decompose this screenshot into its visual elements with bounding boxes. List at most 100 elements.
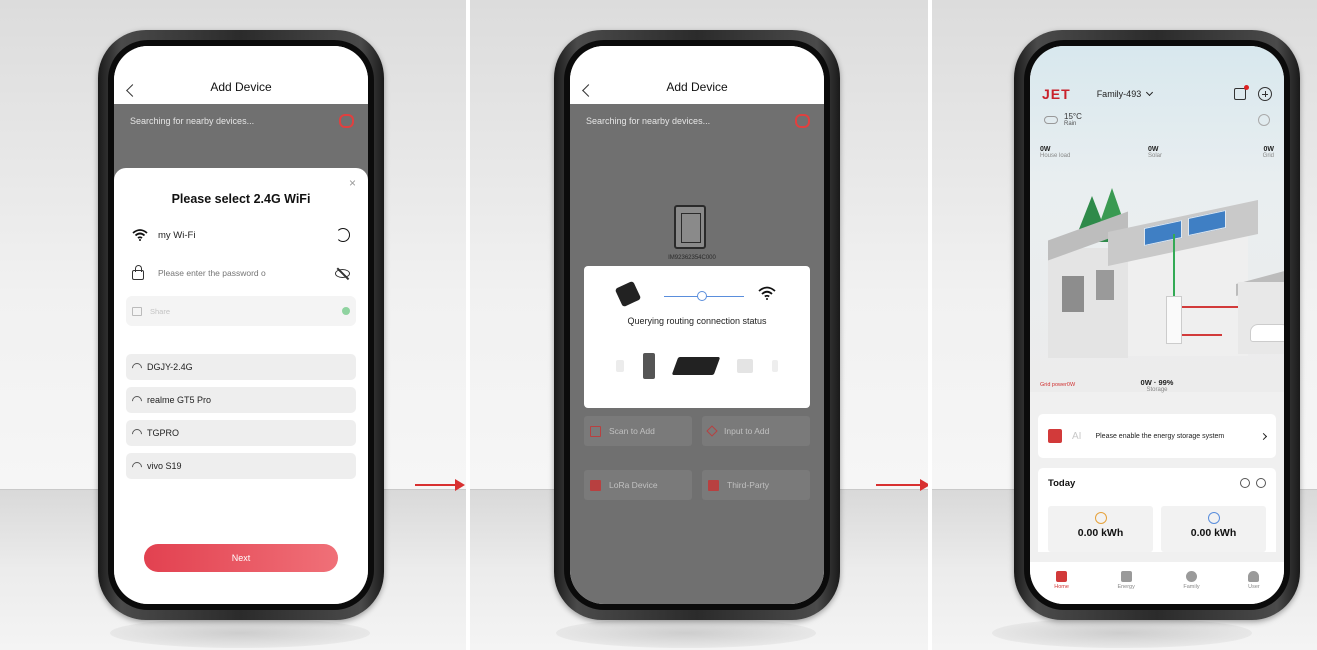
battery-icon [1166, 296, 1182, 344]
tab-family[interactable]: Family [1183, 570, 1200, 590]
add-method-grid: Scan to Add Input to Add LoRa Device Thi… [584, 416, 810, 500]
selected-wifi-row[interactable]: my Wi-Fi [126, 220, 356, 250]
solar-flow-line [1173, 234, 1175, 298]
lora-device-label: LoRa Device [609, 480, 658, 490]
brand-logo: JET [1042, 86, 1071, 102]
device-thumb [671, 357, 721, 375]
message-icon[interactable] [1234, 85, 1249, 100]
connection-node-icon [697, 291, 707, 301]
house-window [1062, 276, 1084, 312]
next-button[interactable]: Next [144, 544, 338, 572]
device-thumb [736, 359, 753, 373]
check-icon [342, 307, 350, 315]
storage-value: 0W · 99% [1140, 378, 1174, 387]
back-icon[interactable] [126, 84, 139, 97]
password-row [126, 258, 356, 288]
network-item[interactable]: TGPRO [126, 420, 356, 446]
gear-icon [1048, 429, 1062, 443]
lock-icon [132, 265, 144, 280]
energy-tile[interactable]: 0.00 kWh [1048, 506, 1153, 552]
network-name: DGJY-2.4G [147, 362, 193, 372]
grid-flow-line [1182, 334, 1222, 336]
user-icon [1248, 570, 1260, 582]
rain-cloud-icon [1044, 116, 1058, 124]
back-icon[interactable] [582, 84, 595, 97]
found-device[interactable]: IM92362354C000 [656, 191, 728, 269]
lora-device-button[interactable]: LoRa Device [584, 470, 692, 500]
third-party-icon [708, 479, 719, 491]
tab-label: Home [1054, 583, 1069, 590]
grid-label: Grid [1262, 153, 1274, 159]
house-wall [1048, 248, 1128, 358]
routing-status-modal: Querying routing connection status [584, 266, 810, 408]
phone-reflection [556, 618, 816, 648]
storage-label: Storage [1146, 387, 1168, 393]
tab-label: Family [1183, 583, 1200, 590]
network-item[interactable]: vivo S19 [126, 453, 356, 479]
refresh-icon[interactable] [338, 114, 354, 128]
today-title: Today [1048, 478, 1076, 489]
share-icon [132, 306, 142, 316]
device-carousel [606, 348, 788, 384]
page-title: Add Device [666, 80, 728, 94]
storage-stat: 0W · 99% Storage [1030, 378, 1284, 393]
energy-tile[interactable]: 0.00 kWh [1161, 506, 1266, 552]
weather-widget: 15°C Rain [1044, 112, 1082, 127]
switch-network-icon[interactable] [336, 228, 350, 242]
help-icon[interactable] [1240, 478, 1250, 488]
network-list: DGJY-2.4G realme GT5 Pro TGPRO vivo S19 [126, 354, 356, 479]
third-party-button[interactable]: Third-Party [702, 470, 810, 500]
energy-value: 0.00 kWh [1190, 527, 1237, 539]
solar-value: 0W [1148, 146, 1159, 153]
input-to-add-button[interactable]: Input to Add [702, 416, 810, 446]
car-icon [1250, 324, 1284, 342]
bottom-tab-bar: Home Energy Family User [1030, 562, 1284, 604]
scan-to-add-button[interactable]: Scan to Add [584, 416, 692, 446]
solar-yield-icon [1094, 512, 1107, 524]
house-illustration [1048, 188, 1284, 371]
energy-summary: 0.00 kWh 0.00 kWh [1048, 506, 1266, 552]
device-thumb [772, 360, 779, 372]
solar-stat: 0W Solar [1148, 146, 1162, 159]
wifi-icon [132, 363, 142, 371]
close-icon[interactable]: × [349, 176, 356, 190]
tab-home[interactable]: Home [1054, 570, 1069, 590]
tab-user[interactable]: User [1248, 570, 1260, 590]
eye-off-icon[interactable] [335, 268, 350, 278]
ai-label: AI [1072, 430, 1082, 442]
password-input[interactable] [158, 268, 335, 278]
calendar-icon[interactable] [1256, 478, 1266, 488]
status-message: Querying routing connection status [627, 316, 767, 326]
house-window [1096, 270, 1114, 300]
panel-wifi-select: Add Device Searching for nearby devices.… [0, 0, 466, 650]
network-item[interactable]: realme GT5 Pro [126, 387, 356, 413]
network-item[interactable]: DGJY-2.4G [126, 354, 356, 380]
family-name: Family-493 [1096, 89, 1142, 99]
tab-label: User [1248, 583, 1260, 590]
phone-frame: Add Device Searching for nearby devices.… [554, 30, 840, 620]
add-icon[interactable] [1258, 87, 1272, 101]
header: Add Device [114, 46, 368, 104]
energy-value: 0.00 kWh [1077, 527, 1124, 539]
search-status-text: Searching for nearby devices... [130, 116, 255, 126]
panel-routing-status: Add Device Searching for nearby devices.… [470, 0, 928, 650]
header: Add Device [570, 46, 824, 104]
phone-frame: Add Device Searching for nearby devices.… [98, 30, 384, 620]
search-status-row: Searching for nearby devices... [570, 104, 824, 138]
bar-chart-icon [1120, 570, 1132, 582]
share-row[interactable]: Share [126, 296, 356, 326]
wifi-icon [132, 396, 142, 404]
screen-routing-status: Add Device Searching for nearby devices.… [570, 46, 824, 604]
ai-prompt-card[interactable]: AI Please enable the energy storage syst… [1038, 414, 1276, 458]
phone-bezel: Add Device Searching for nearby devices.… [564, 40, 830, 610]
wifi-select-sheet: × Please select 2.4G WiFi my Wi-Fi Pleas… [114, 168, 368, 604]
router-icon [614, 280, 642, 308]
refresh-icon[interactable] [794, 114, 810, 128]
grid-flow-line [1182, 306, 1246, 308]
search-status-row: Searching for nearby devices... [114, 104, 368, 138]
search-status-text: Searching for nearby devices... [586, 116, 711, 126]
family-selector[interactable]: Family-493 [1096, 88, 1154, 99]
screen-add-device-wifi: Add Device Searching for nearby devices.… [114, 46, 368, 604]
tab-energy[interactable]: Energy [1117, 570, 1135, 590]
network-name: TGPRO [147, 428, 180, 438]
